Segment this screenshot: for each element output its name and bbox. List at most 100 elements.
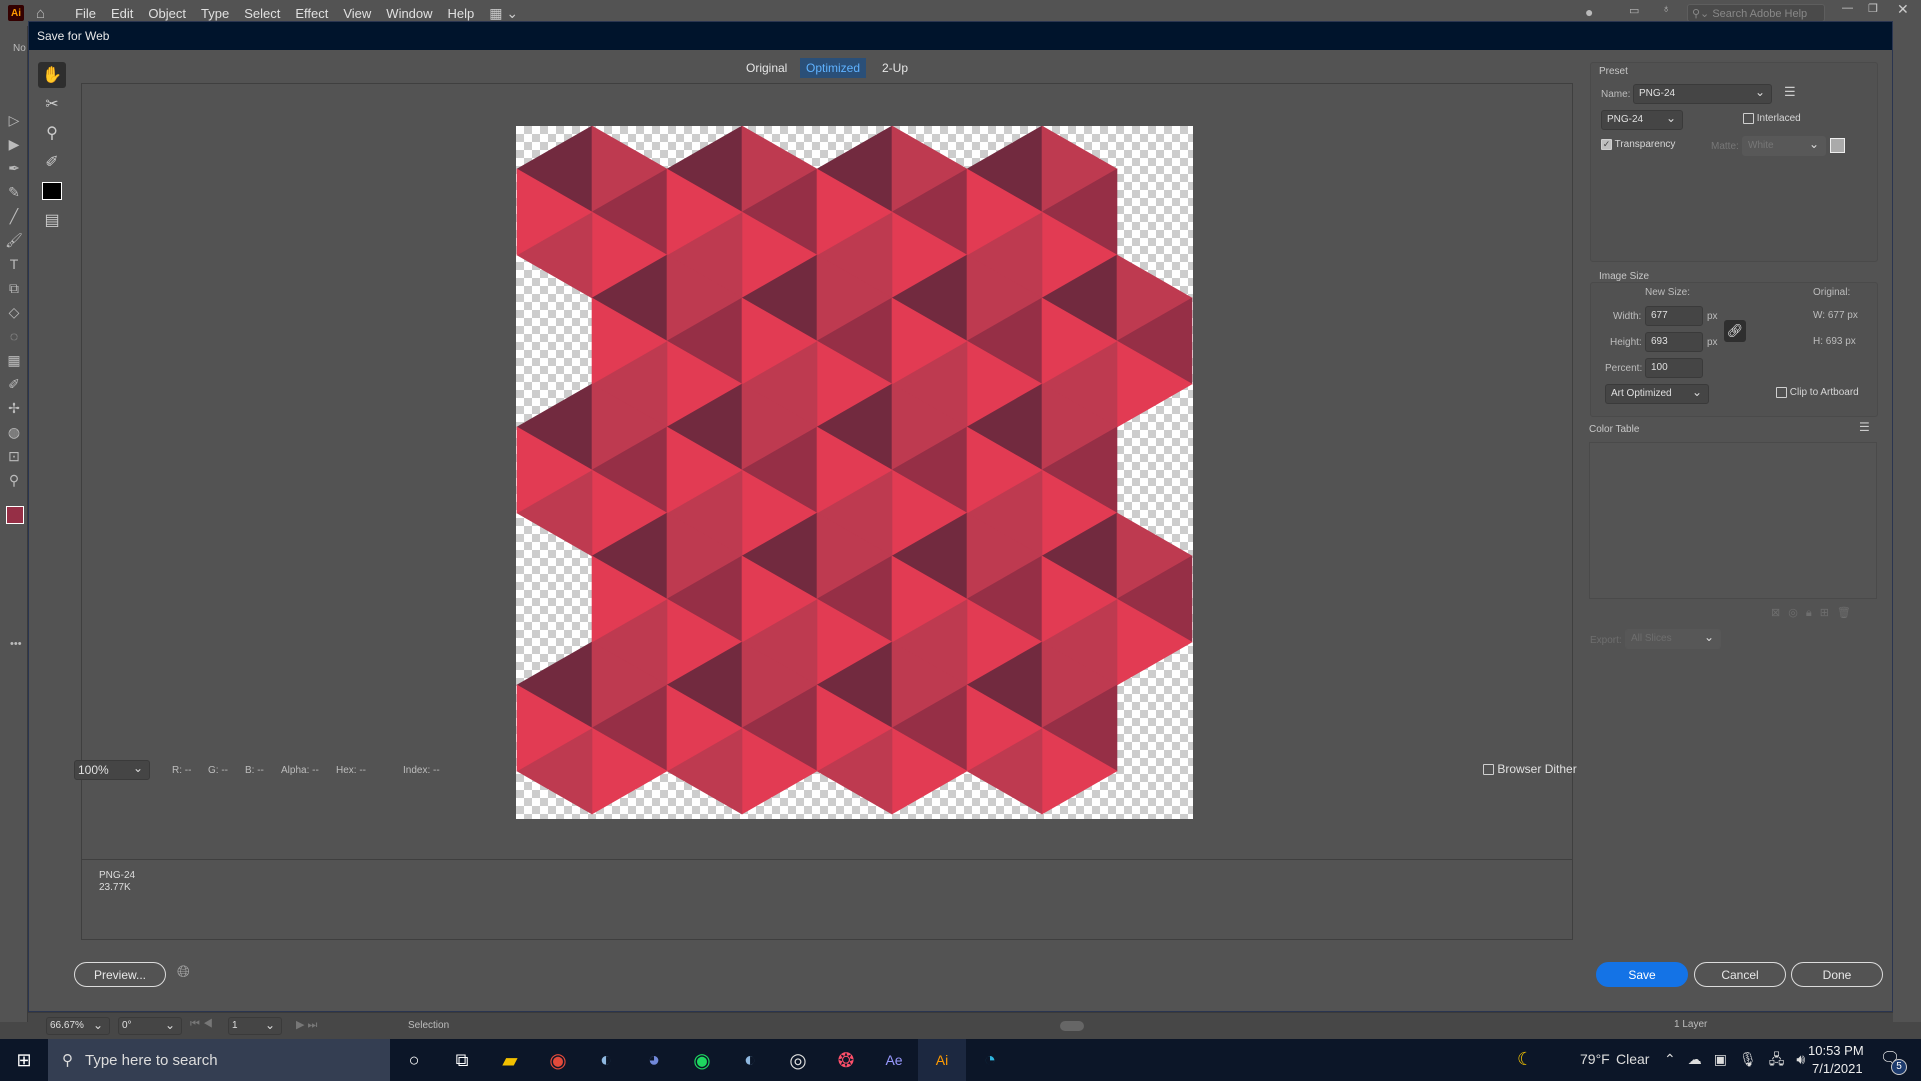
artboard-nav-next-last-icon[interactable]: ▶ ⏭	[296, 1018, 317, 1032]
artboard-select[interactable]: 1	[228, 1017, 282, 1035]
user-avatar-icon[interactable]: ●	[1585, 4, 1593, 20]
zoom-tool-icon[interactable]: ⚲	[3, 468, 25, 492]
curvature-tool-icon[interactable]: ✎	[3, 180, 25, 204]
shape-builder-icon[interactable]: ◍	[3, 420, 25, 444]
lock-color-icon[interactable]: 🔒︎	[1806, 607, 1820, 619]
save-button[interactable]: Save	[1596, 962, 1688, 987]
system-tray-icons[interactable]: ⌃☁▣🎙︎🖧🔊︎	[1664, 1049, 1817, 1073]
preset-name-select[interactable]: PNG-24	[1633, 84, 1772, 104]
color-table[interactable]	[1589, 442, 1877, 599]
scale-tool-icon[interactable]: ⧉	[3, 276, 25, 300]
cortana-icon[interactable]: ○	[390, 1039, 438, 1081]
menu-help[interactable]: Help	[448, 6, 475, 21]
weather-temp[interactable]: 79°F	[1580, 1051, 1610, 1067]
illustrator-icon[interactable]: Ai	[918, 1039, 966, 1081]
obs-icon[interactable]: ◎	[774, 1039, 822, 1081]
delete-color-icon[interactable]: 🗑︎	[1837, 607, 1859, 619]
constrain-proportions-link-icon[interactable]: 🔗︎	[1724, 320, 1746, 342]
selection-tool-icon[interactable]: ▷	[3, 108, 25, 132]
menu-object[interactable]: Object	[148, 6, 186, 21]
slice-select-icon[interactable]: ✂	[38, 91, 66, 117]
help-search-input[interactable]: ⚲⌄ Search Adobe Help	[1687, 4, 1825, 22]
type-tool-icon[interactable]: T	[3, 252, 25, 276]
quality-select[interactable]: Art Optimized	[1605, 384, 1709, 404]
edge-icon[interactable]: ◔	[966, 1039, 1014, 1081]
artboard-nav-first-prev-icon[interactable]: ⏮ ◀	[190, 1018, 213, 1031]
zoom-icon[interactable]: ⚲	[38, 120, 66, 146]
restore-icon[interactable]: ❐	[1868, 2, 1878, 15]
discord-icon[interactable]: ◕	[630, 1039, 678, 1081]
clock-time[interactable]: 10:53 PM	[1808, 1043, 1864, 1058]
task-view-icon[interactable]: ⧉	[438, 1039, 486, 1081]
interlaced-checkbox[interactable]: Interlaced	[1743, 113, 1801, 124]
rotation-select[interactable]: 0°	[118, 1017, 182, 1035]
close-window-icon[interactable]: ✕	[1897, 1, 1909, 18]
mesh-tool-icon[interactable]: ▦	[3, 348, 25, 372]
windows-start-icon[interactable]: ⊞	[0, 1039, 48, 1081]
chrome-icon[interactable]: ◉	[534, 1039, 582, 1081]
matte-color-swatch[interactable]	[1830, 138, 1845, 153]
eraser-tool-icon[interactable]: ◇	[3, 300, 25, 324]
hand-icon[interactable]: ✋	[38, 62, 66, 88]
map-color-icon[interactable]: ⊠	[1771, 607, 1788, 619]
pen-tool-icon[interactable]: ✒	[3, 156, 25, 180]
tab-2up[interactable]: 2-Up	[876, 58, 914, 78]
steam-icon[interactable]: ◐	[582, 1039, 630, 1081]
zoom-level-select[interactable]: 100%	[74, 760, 150, 780]
horizontal-scrollbar-thumb[interactable]	[1060, 1021, 1084, 1031]
steam-icon[interactable]: ◐	[726, 1039, 774, 1081]
preview-area[interactable]	[81, 83, 1573, 860]
add-color-icon[interactable]: ⊞	[1820, 607, 1837, 619]
spotify-icon[interactable]: ◉	[678, 1039, 726, 1081]
artboard-tool-icon[interactable]: ⊡	[3, 444, 25, 468]
matte-select[interactable]: White	[1742, 136, 1826, 156]
preview-button[interactable]: Preview...	[74, 962, 166, 987]
file-format-select[interactable]: PNG-24	[1601, 110, 1683, 130]
menu-window[interactable]: Window	[386, 6, 432, 21]
done-button[interactable]: Done	[1791, 962, 1883, 987]
preset-menu-icon[interactable]: ☰	[1784, 84, 1796, 100]
export-select[interactable]: All Slices	[1625, 629, 1721, 649]
width-input[interactable]: 677	[1645, 306, 1703, 326]
taskbar-search-input[interactable]: ⚲ Type here to search	[48, 1039, 390, 1081]
more-tools-icon[interactable]: •••	[10, 638, 22, 650]
fill-swatch[interactable]	[6, 506, 24, 524]
menu-edit[interactable]: Edit	[111, 6, 133, 21]
clock-date[interactable]: 7/1/2021	[1812, 1061, 1863, 1076]
file-explorer-icon[interactable]: ▰	[486, 1039, 534, 1081]
menu-effect[interactable]: Effect	[295, 6, 328, 21]
tab-original[interactable]: Original	[740, 58, 793, 78]
home-icon[interactable]: ⌂	[36, 5, 45, 22]
menu-type[interactable]: Type	[201, 6, 229, 21]
tab-optimized[interactable]: Optimized	[800, 58, 867, 78]
eyedropper-icon[interactable]: ✐	[38, 149, 66, 175]
menu-view[interactable]: View	[343, 6, 371, 21]
cancel-button[interactable]: Cancel	[1694, 962, 1786, 987]
arrange-documents-icon[interactable]: ▭	[1629, 4, 1639, 17]
after-effects-icon[interactable]: Ae	[870, 1039, 918, 1081]
toggle-slices-icon[interactable]: ▤	[38, 207, 66, 233]
web-shift-icon[interactable]: ◎	[1788, 607, 1806, 619]
minimize-icon[interactable]: —	[1842, 2, 1853, 14]
status-zoom-select[interactable]: 66.67%	[46, 1017, 110, 1035]
globe-icon[interactable]: 🌐︎	[177, 964, 190, 982]
direct-selection-tool-icon[interactable]: ▶	[3, 132, 25, 156]
line-tool-icon[interactable]: ╱	[3, 204, 25, 228]
menu-file[interactable]: File	[75, 6, 96, 21]
puppet-warp-icon[interactable]: ✢	[3, 396, 25, 420]
transparency-checkbox[interactable]: ✓ Transparency	[1601, 139, 1675, 150]
clip-to-artboard-checkbox[interactable]: Clip to Artboard	[1776, 387, 1859, 398]
discover-lightbulb-icon[interactable]: ♁	[1662, 3, 1670, 15]
creative-cloud-icon[interactable]: ❂	[822, 1039, 870, 1081]
menu-select[interactable]: Select	[244, 6, 280, 21]
height-input[interactable]: 693	[1645, 332, 1703, 352]
percent-input[interactable]: 100	[1645, 358, 1703, 378]
eyedropper-color-icon[interactable]	[38, 178, 66, 204]
color-table-menu-icon[interactable]: ☰	[1859, 420, 1870, 434]
paintbrush-tool-icon[interactable]: 🖌	[3, 228, 25, 252]
workspace-switcher-icon[interactable]: ▦ ⌄	[489, 5, 518, 22]
lasso-tool-icon[interactable]: ◌	[3, 324, 25, 348]
browser-dither-checkbox[interactable]: Browser Dither	[1483, 762, 1577, 776]
eyedropper-tool-icon[interactable]: ✐	[3, 372, 25, 396]
weather-desc[interactable]: Clear	[1616, 1051, 1649, 1067]
